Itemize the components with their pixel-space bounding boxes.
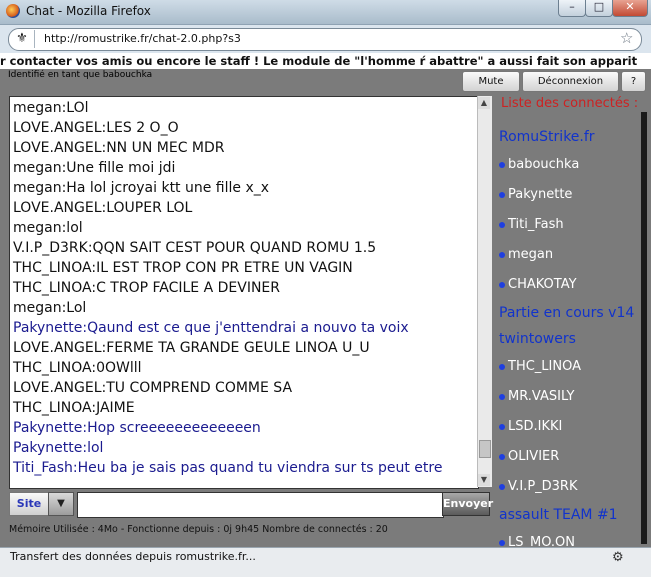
window-title: Chat - Mozilla Firefox	[26, 4, 151, 18]
site-channel-button[interactable]: Site	[9, 492, 49, 516]
connected-user-name: OLIVIER	[508, 449, 560, 464]
connected-user-name: LSD.IKKI	[508, 419, 563, 434]
user-group-header: assault TEAM #1	[499, 507, 618, 523]
chat-message: LOVE.ANGEL:NN UN MEC MDR	[13, 140, 225, 156]
scroll-up-arrow-icon[interactable]: ▲	[478, 97, 490, 109]
chat-message: THC_LINOA:0OWlll	[13, 360, 142, 376]
scroll-down-arrow-icon[interactable]: ▼	[478, 474, 490, 486]
user-bullet-icon	[499, 393, 505, 400]
connected-list-title: Liste des connectés :	[501, 96, 639, 111]
user-bullet-icon	[499, 483, 505, 490]
connected-user[interactable]: MR.VASILY	[499, 382, 639, 412]
connected-user[interactable]: megan	[499, 240, 639, 270]
close-button[interactable]: ✕	[612, 0, 648, 17]
chat-message: megan:Lol	[13, 300, 87, 316]
mute-button[interactable]: Mute	[462, 71, 520, 92]
chat-message: Pakynette:lol	[13, 440, 104, 456]
connected-user[interactable]: OLIVIER	[499, 442, 639, 472]
chat-message: THC_LINOA:JAIME	[13, 400, 135, 416]
message-input[interactable]	[77, 492, 444, 518]
chat-message: megan:Une fille moi jdi	[13, 160, 176, 176]
connected-user-name: Titi_Fash	[508, 217, 564, 232]
chat-message: LOVE.ANGEL:LES 2 O_O	[13, 120, 179, 136]
connected-user[interactable]: V.I.P_D3RK	[499, 472, 639, 502]
user-bullet-icon	[499, 281, 505, 288]
user-group-header: RomuStrike.fr	[499, 129, 595, 145]
connected-user-name: CHAKOTAY	[508, 277, 577, 292]
chat-message: LOVE.ANGEL:LOUPER LOL	[13, 200, 193, 216]
user-bullet-icon	[499, 191, 505, 198]
status-text: Transfert des données depuis romustrike.…	[10, 550, 256, 563]
scrollbar-thumb[interactable]	[479, 440, 491, 458]
connected-user[interactable]: babouchka	[499, 150, 639, 180]
chat-message: V.I.P_D3RK:QQN SAIT CEST POUR QUAND ROMU…	[13, 240, 377, 256]
minimize-button[interactable]: –	[558, 0, 586, 17]
chat-message: THC_LINOA:C TROP FACILE A DEVINER	[13, 280, 280, 296]
chat-message: LOVE.ANGEL:TU COMPREND COMME SA	[13, 380, 293, 396]
server-stats: Mémoire Utilisée : 4Mo - Fonctionne depu…	[9, 524, 388, 535]
url-text[interactable]: http://romustrike.fr/chat-2.0.php?s3	[44, 32, 241, 45]
site-favicon-icon: ⚜	[16, 31, 28, 46]
disconnect-button[interactable]: Déconnexion	[522, 71, 619, 92]
announcement-marquee: r contacter vos amis ou encore le staff …	[0, 53, 651, 69]
maximize-button[interactable]: □	[585, 0, 613, 17]
help-button[interactable]: ?	[621, 71, 646, 92]
chevron-down-icon[interactable]: ▼	[48, 492, 74, 516]
user-bullet-icon	[499, 423, 505, 430]
chat-scrollbar[interactable]	[477, 96, 492, 487]
connected-user-name: babouchka	[508, 157, 580, 172]
user-group-header: twintowers	[499, 331, 576, 347]
connected-user-name: MR.VASILY	[508, 389, 575, 404]
url-divider	[34, 30, 35, 48]
firefox-icon	[6, 4, 20, 18]
chat-message: Titi_Fash:Heu ba je sais pas quand tu vi…	[13, 460, 443, 476]
chat-message: megan:lol	[13, 220, 83, 236]
connected-user-name: V.I.P_D3RK	[508, 479, 578, 494]
chat-message: LOVE.ANGEL:FERME TA GRANDE GEULE LINOA U…	[13, 340, 370, 356]
chat-message: Pakynette:Qaund est ce que j'enttendrai …	[13, 320, 409, 336]
connected-user[interactable]: Titi_Fash	[499, 210, 639, 240]
connected-users-list: RomuStrike.fr babouchka Pakynette Titi_Fash…	[499, 124, 639, 558]
connected-user-name: THC_LINOA	[508, 359, 581, 374]
user-group-header: Partie en cours v14	[499, 305, 635, 321]
connected-user-name: megan	[508, 247, 554, 262]
user-bullet-icon	[499, 453, 505, 460]
chat-message: megan:Ha lol jcroyai ktt une fille x_x	[13, 180, 270, 196]
connected-user[interactable]: LSD.IKKI	[499, 412, 639, 442]
connected-user[interactable]: Pakynette	[499, 180, 639, 210]
user-bullet-icon	[499, 221, 505, 228]
sidebar-scrollbar[interactable]	[641, 112, 647, 544]
chat-message: Pakynette:Hop screeeeeeeeeeeeen	[13, 420, 261, 436]
chat-message: THC_LINOA:IL EST TROP CON PR ETRE UN VAG…	[13, 260, 353, 276]
user-bullet-icon	[499, 251, 505, 258]
loading-icon: ⚙	[612, 550, 624, 565]
bookmark-star-icon[interactable]: ☆	[620, 29, 633, 47]
connected-user-name: Pakynette	[508, 187, 573, 202]
message-list: megan:LOl LOVE.ANGEL:LES 2 O_O LOVE.ANGEL:…	[13, 98, 473, 478]
send-button[interactable]: Envoyer	[442, 492, 493, 516]
identity-text: Identifié en tant que babouchka	[8, 70, 153, 80]
chat-message: megan:LOl	[13, 100, 89, 116]
user-bullet-icon	[499, 161, 505, 168]
chat-log[interactable]: megan:LOl LOVE.ANGEL:LES 2 O_O LOVE.ANGEL:…	[9, 96, 479, 489]
user-bullet-icon	[499, 363, 505, 370]
user-bullet-icon	[499, 539, 505, 546]
connected-user[interactable]: CHAKOTAY	[499, 270, 639, 300]
connected-user[interactable]: THC_LINOA	[499, 352, 639, 382]
